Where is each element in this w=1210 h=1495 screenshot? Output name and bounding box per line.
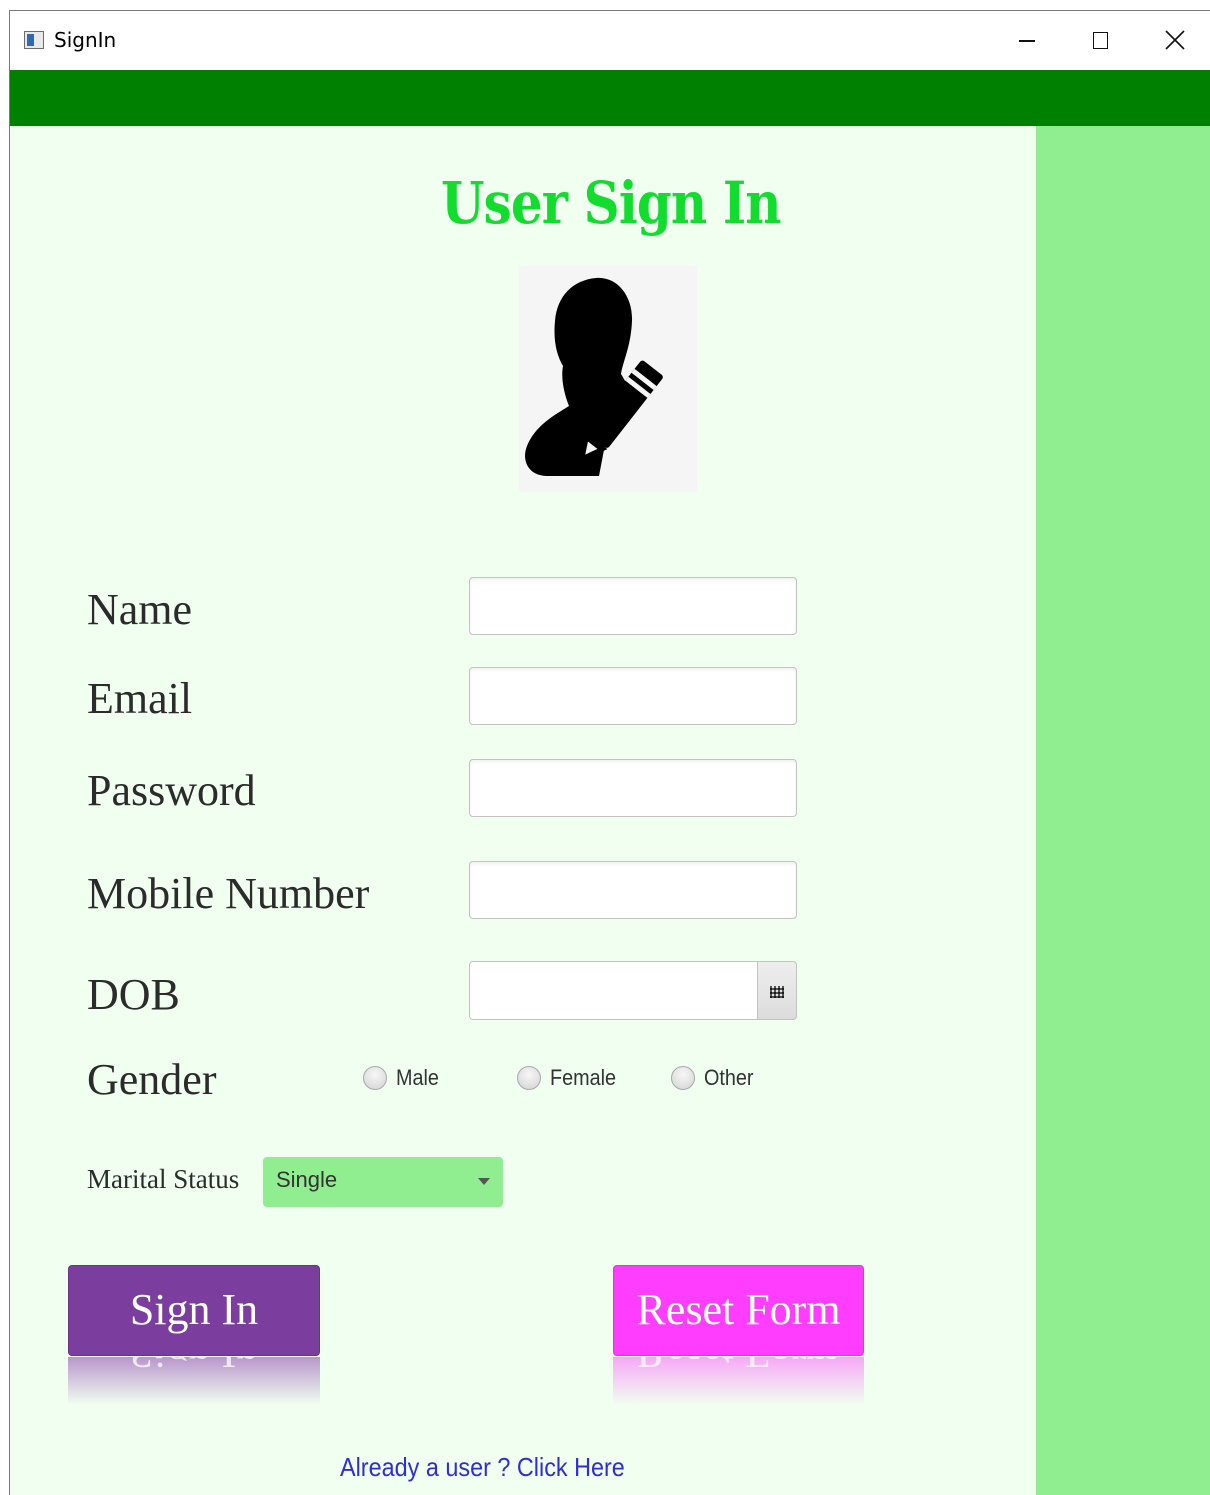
- title-bar[interactable]: SignIn: [10, 11, 1210, 70]
- page-title: User Sign In: [440, 169, 782, 237]
- marital-status-select[interactable]: Single: [263, 1157, 503, 1207]
- mobile-number-label: Mobile Number: [87, 869, 370, 918]
- minimize-button[interactable]: [990, 11, 1064, 70]
- side-panel: [1036, 126, 1210, 1495]
- name-label: Name: [87, 585, 193, 634]
- close-button[interactable]: [1138, 11, 1210, 70]
- email-label: Email: [87, 674, 193, 723]
- radio-label: Female: [550, 1065, 617, 1090]
- dob-date-picker: [469, 961, 797, 1020]
- reset-form-button-reflection: Reset Form: [613, 1357, 864, 1405]
- password-label: Password: [87, 766, 256, 815]
- dob-label: DOB: [87, 970, 180, 1019]
- radio-label: Male: [396, 1065, 439, 1090]
- app-icon: [24, 31, 44, 49]
- maximize-button[interactable]: [1064, 11, 1138, 70]
- reset-form-button[interactable]: Reset Form: [613, 1265, 864, 1356]
- marital-status-value: Single: [276, 1167, 338, 1192]
- dob-input[interactable]: [469, 961, 758, 1020]
- window-title: SignIn: [54, 28, 117, 52]
- reset-reflection-text: Reset Form: [613, 1357, 864, 1378]
- close-icon: [1165, 30, 1185, 50]
- sign-in-button[interactable]: Sign In: [68, 1265, 320, 1356]
- chevron-down-icon: [478, 1178, 490, 1185]
- minimize-icon: [1019, 40, 1035, 42]
- sign-in-reflection-text: Sign In: [68, 1357, 320, 1378]
- email-input[interactable]: [469, 667, 797, 725]
- maximize-icon: [1093, 32, 1108, 49]
- name-input[interactable]: [469, 577, 797, 635]
- radio-circle[interactable]: [671, 1066, 695, 1090]
- gender-label: Gender: [87, 1055, 217, 1104]
- radio-circle[interactable]: [363, 1066, 387, 1090]
- header-bar: [10, 70, 1210, 126]
- dob-calendar-button[interactable]: [757, 961, 797, 1020]
- marital-status-label: Marital Status: [87, 1164, 240, 1194]
- radio-label: Other: [704, 1065, 754, 1090]
- sign-in-button-reflection: Sign In: [68, 1357, 320, 1405]
- already-user-link[interactable]: Already a user ? Click Here: [340, 1452, 625, 1483]
- radio-circle[interactable]: [517, 1066, 541, 1090]
- password-input[interactable]: [469, 759, 797, 817]
- signin-window: SignIn User Sign In Name Email Password …: [9, 10, 1210, 1495]
- calendar-icon: [770, 986, 784, 998]
- user-edit-icon: [519, 266, 697, 492]
- mobile-number-input[interactable]: [469, 861, 797, 919]
